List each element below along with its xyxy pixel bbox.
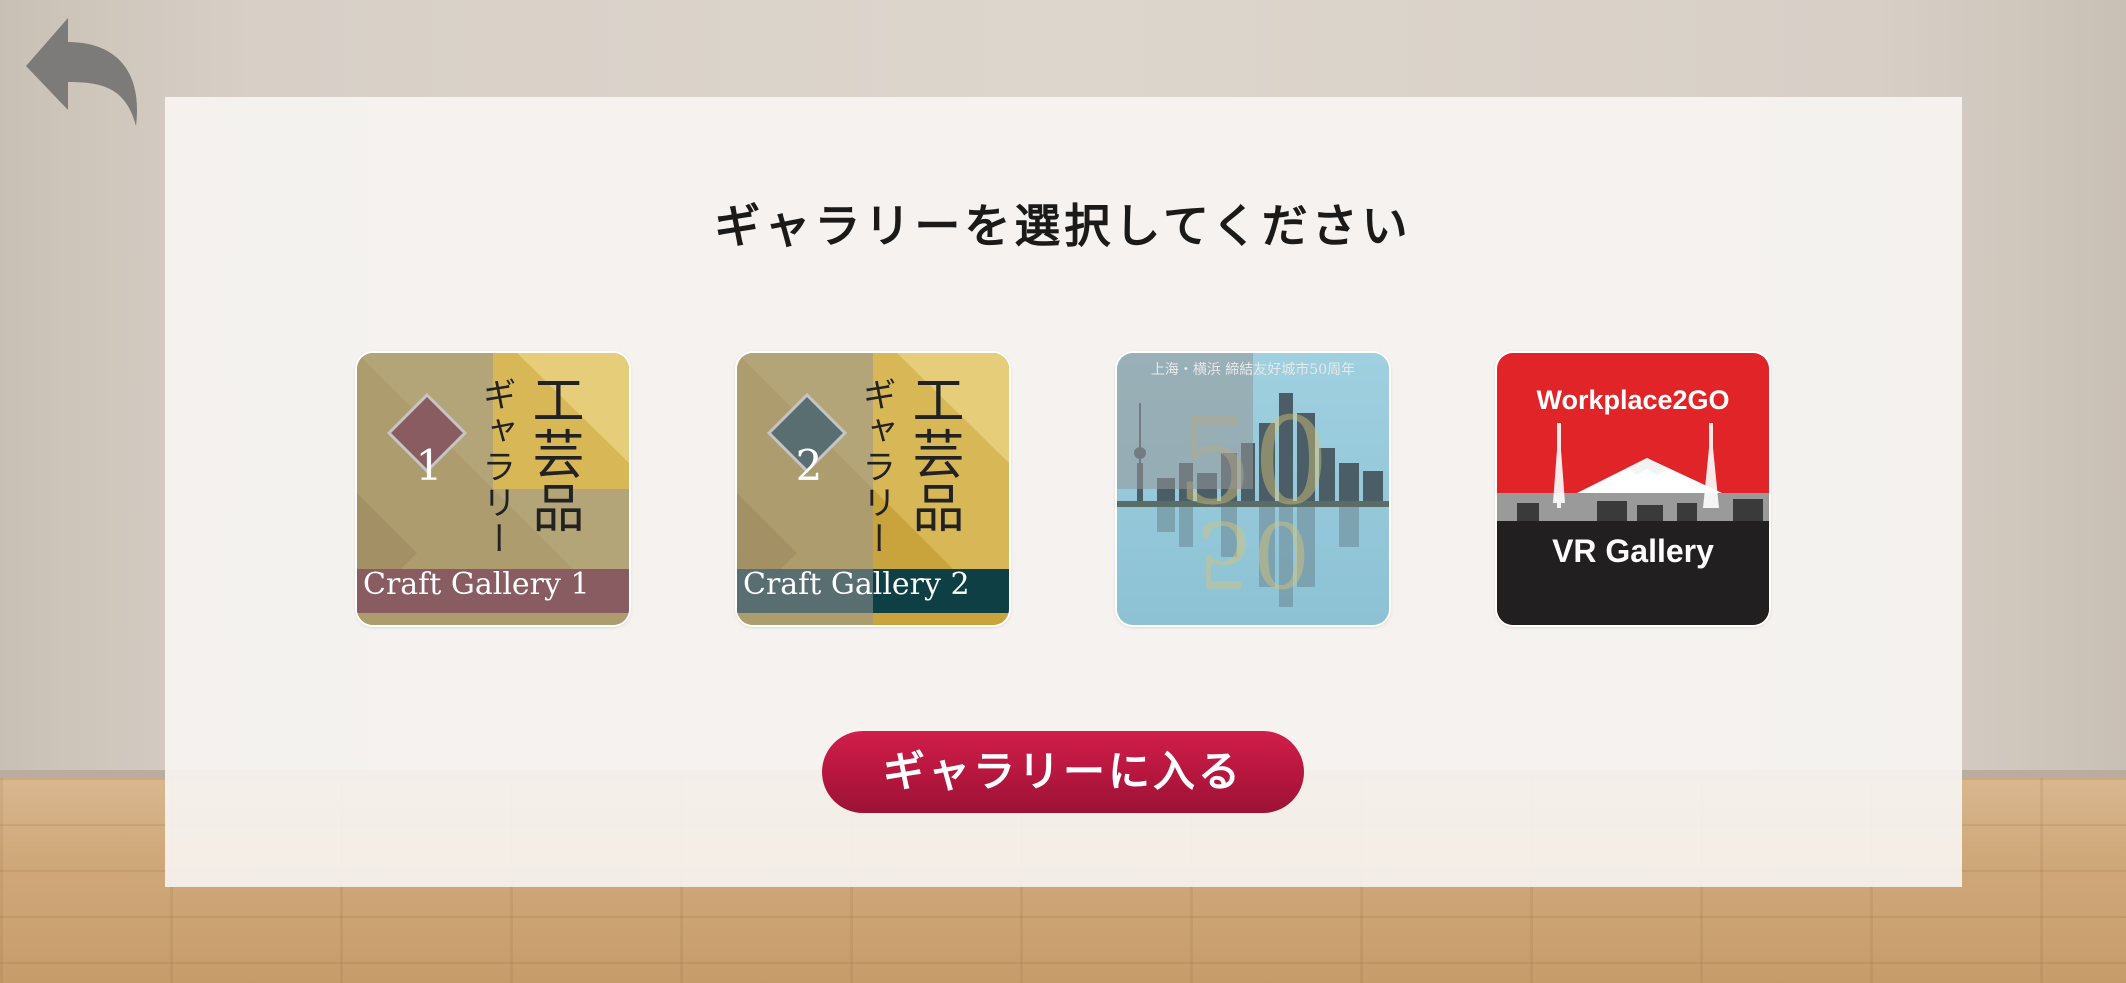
gallery-vertical-subtitle: ギャラリー: [476, 377, 516, 557]
gallery-caption: Craft Gallery 2: [743, 567, 970, 602]
gallery-tile-craft-2[interactable]: 2 工芸品 ギャラリー Craft Gallery 2: [737, 353, 1009, 625]
gallery-vertical-subtitle: ギャラリー: [856, 377, 896, 557]
gallery-subtitle: VR Gallery: [1552, 533, 1714, 569]
gallery-tile-workplace2go[interactable]: Workplace2GO VR Gallery: [1497, 353, 1769, 625]
gallery-caption: Craft Gallery 1: [363, 567, 590, 602]
gallery-vertical-title: 工芸品: [523, 373, 583, 535]
gallery-tile-shanghai-yokohama[interactable]: 50 50 上海・横浜 締結友好城市50周年: [1117, 353, 1389, 625]
back-arrow-icon[interactable]: [18, 8, 148, 128]
gallery-tile-craft-1[interactable]: 1 工芸品 ギャラリー Craft Gallery 1: [357, 353, 629, 625]
svg-text:50: 50: [1196, 501, 1311, 606]
gallery-number: 2: [795, 441, 823, 490]
gallery-number: 1: [415, 441, 443, 490]
gallery-header: 上海・横浜 締結友好城市50周年: [1150, 362, 1356, 378]
enter-gallery-button[interactable]: ギャラリーに入る: [822, 731, 1304, 813]
gallery-brand: Workplace2GO: [1536, 385, 1730, 415]
gallery-vertical-title: 工芸品: [903, 373, 963, 535]
page-title: ギャラリーを選択してください: [714, 199, 1412, 253]
